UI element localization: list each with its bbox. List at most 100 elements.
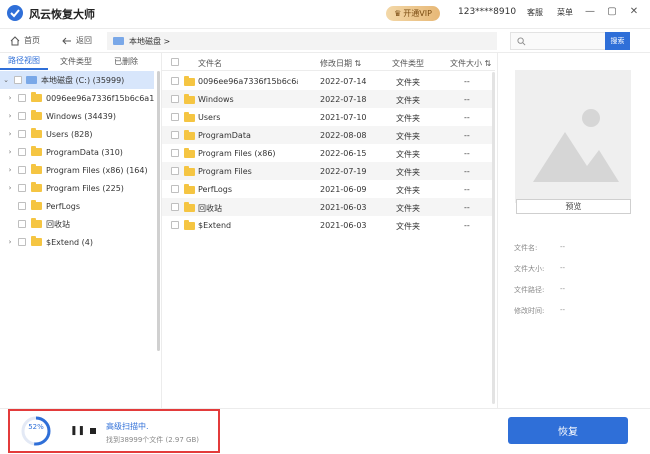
search-button[interactable]: 搜索 [605, 32, 630, 50]
select-all-checkbox[interactable] [171, 58, 179, 66]
tree-checkbox[interactable] [14, 76, 22, 84]
chevron-right-icon[interactable]: › [6, 130, 14, 138]
tree-node[interactable]: › ProgramData (310) [0, 143, 154, 161]
row-checkbox[interactable] [171, 167, 179, 175]
preview-button[interactable]: 预览 [516, 199, 631, 214]
tree-checkbox[interactable] [18, 130, 26, 138]
table-row[interactable]: Windows 2022-07-18 文件夹 -- [162, 90, 495, 108]
table-row[interactable]: Users 2021-07-10 文件夹 -- [162, 108, 495, 126]
file-size: -- [464, 221, 470, 230]
header-name[interactable]: 文件名 [198, 58, 222, 69]
pause-icon[interactable]: ❚❚ [70, 426, 85, 436]
header-size[interactable]: 文件大小 ⇅ [450, 58, 491, 69]
file-name: ProgramData [198, 131, 251, 140]
tree-node[interactable]: 回收站 [0, 215, 154, 233]
chevron-right-icon[interactable]: › [6, 94, 14, 102]
folder-icon [31, 146, 42, 156]
row-checkbox[interactable] [171, 149, 179, 157]
chevron-right-icon[interactable]: › [6, 238, 14, 246]
row-checkbox[interactable] [171, 77, 179, 85]
address-bar[interactable]: 本地磁盘 > [107, 32, 497, 50]
file-type: 文件夹 [396, 204, 420, 213]
file-date: 2022-07-19 [320, 167, 367, 176]
folder-icon [31, 92, 42, 102]
folder-icon [31, 200, 42, 210]
tree-checkbox[interactable] [18, 94, 26, 102]
disk-icon [113, 37, 124, 45]
file-date: 2022-06-15 [320, 149, 367, 158]
list-scrollbar[interactable] [492, 72, 495, 404]
row-checkbox[interactable] [171, 203, 179, 211]
table-row[interactable]: 0096ee96a7336f15b6c6a1... 2022-07-14 文件夹… [162, 72, 495, 90]
progress-ring [21, 416, 51, 446]
vip-button[interactable]: ♛ 开通VIP [386, 6, 440, 21]
table-row[interactable]: ProgramData 2022-08-08 文件夹 -- [162, 126, 495, 144]
chevron-right-icon[interactable]: › [6, 166, 14, 174]
folder-icon [31, 236, 42, 246]
header-date[interactable]: 修改日期 ⇅ [320, 58, 361, 69]
chevron-right-icon[interactable]: › [6, 112, 14, 120]
disk-icon [26, 76, 37, 84]
table-row[interactable]: PerfLogs 2021-06-09 文件夹 -- [162, 180, 495, 198]
meta-value-path: -- [560, 285, 566, 293]
table-row[interactable]: $Extend 2021-06-03 文件夹 -- [162, 216, 495, 234]
folder-icon [184, 112, 195, 122]
tree-checkbox[interactable] [18, 220, 26, 228]
file-date: 2021-06-09 [320, 185, 367, 194]
back-button[interactable]: 返回 [62, 35, 92, 46]
preview-thumbnail [515, 70, 631, 203]
tree-node[interactable]: › $Extend (4) [0, 233, 154, 251]
tree-node[interactable]: › Windows (34439) [0, 107, 154, 125]
file-size: -- [464, 149, 470, 158]
tree-scrollbar[interactable] [157, 71, 160, 351]
chevron-right-icon[interactable]: › [6, 148, 14, 156]
tree-checkbox[interactable] [18, 202, 26, 210]
left-pane: 路径视图 文件类型 已删除 ⌄ 本地磁盘 (C:) (35999) › 0096… [0, 53, 162, 408]
row-checkbox[interactable] [171, 221, 179, 229]
user-account[interactable]: 123****8910 [458, 7, 516, 17]
service-link[interactable]: 客服 [527, 7, 543, 18]
tree-checkbox[interactable] [18, 238, 26, 246]
tree-node[interactable]: › Program Files (x86) (164) [0, 161, 154, 179]
folder-icon [31, 164, 42, 174]
tree-node-label: Program Files (225) [46, 183, 124, 193]
home-button[interactable]: 首页 [10, 35, 40, 46]
tree-node[interactable]: › 0096ee96a7336f15b6c6a193 [0, 89, 154, 107]
tab-deleted[interactable]: 已删除 [104, 53, 148, 70]
table-row[interactable]: 回收站 2021-06-03 文件夹 -- [162, 198, 495, 216]
arrow-left-icon [62, 37, 71, 44]
meta-label-path: 文件路径: [514, 286, 545, 294]
file-type: 文件夹 [396, 222, 420, 231]
row-checkbox[interactable] [171, 185, 179, 193]
tab-file-type[interactable]: 文件类型 [48, 53, 104, 70]
tree-node[interactable]: PerfLogs [0, 197, 154, 215]
maximize-icon[interactable]: ▢ [606, 6, 618, 18]
tree-node-label: 0096ee96a7336f15b6c6a193 [46, 93, 154, 103]
file-name: Program Files [198, 167, 252, 176]
tree-checkbox[interactable] [18, 184, 26, 192]
tree-checkbox[interactable] [18, 112, 26, 120]
close-icon[interactable]: ✕ [628, 6, 640, 18]
tree-node[interactable]: › Users (828) [0, 125, 154, 143]
tree-node-label: Windows (34439) [46, 111, 116, 121]
recover-button[interactable]: 恢复 [508, 417, 628, 444]
chevron-right-icon[interactable]: › [6, 184, 14, 192]
stop-icon[interactable] [90, 428, 96, 434]
file-name: Users [198, 113, 221, 122]
table-row[interactable]: Program Files (x86) 2022-06-15 文件夹 -- [162, 144, 495, 162]
header-type[interactable]: 文件类型 [392, 58, 424, 69]
meta-value-modified: -- [560, 306, 566, 314]
tree-checkbox[interactable] [18, 148, 26, 156]
tree-checkbox[interactable] [18, 166, 26, 174]
table-row[interactable]: Program Files 2022-07-19 文件夹 -- [162, 162, 495, 180]
row-checkbox[interactable] [171, 131, 179, 139]
chevron-down-icon[interactable]: ⌄ [2, 76, 10, 84]
tab-path-view[interactable]: 路径视图 [0, 53, 48, 70]
minimize-icon[interactable]: — [584, 6, 596, 18]
row-checkbox[interactable] [171, 113, 179, 121]
menu-link[interactable]: 菜单 [557, 7, 573, 18]
tree-node[interactable]: ⌄ 本地磁盘 (C:) (35999) [0, 71, 154, 89]
search-input[interactable] [510, 32, 606, 50]
row-checkbox[interactable] [171, 95, 179, 103]
tree-node[interactable]: › Program Files (225) [0, 179, 154, 197]
